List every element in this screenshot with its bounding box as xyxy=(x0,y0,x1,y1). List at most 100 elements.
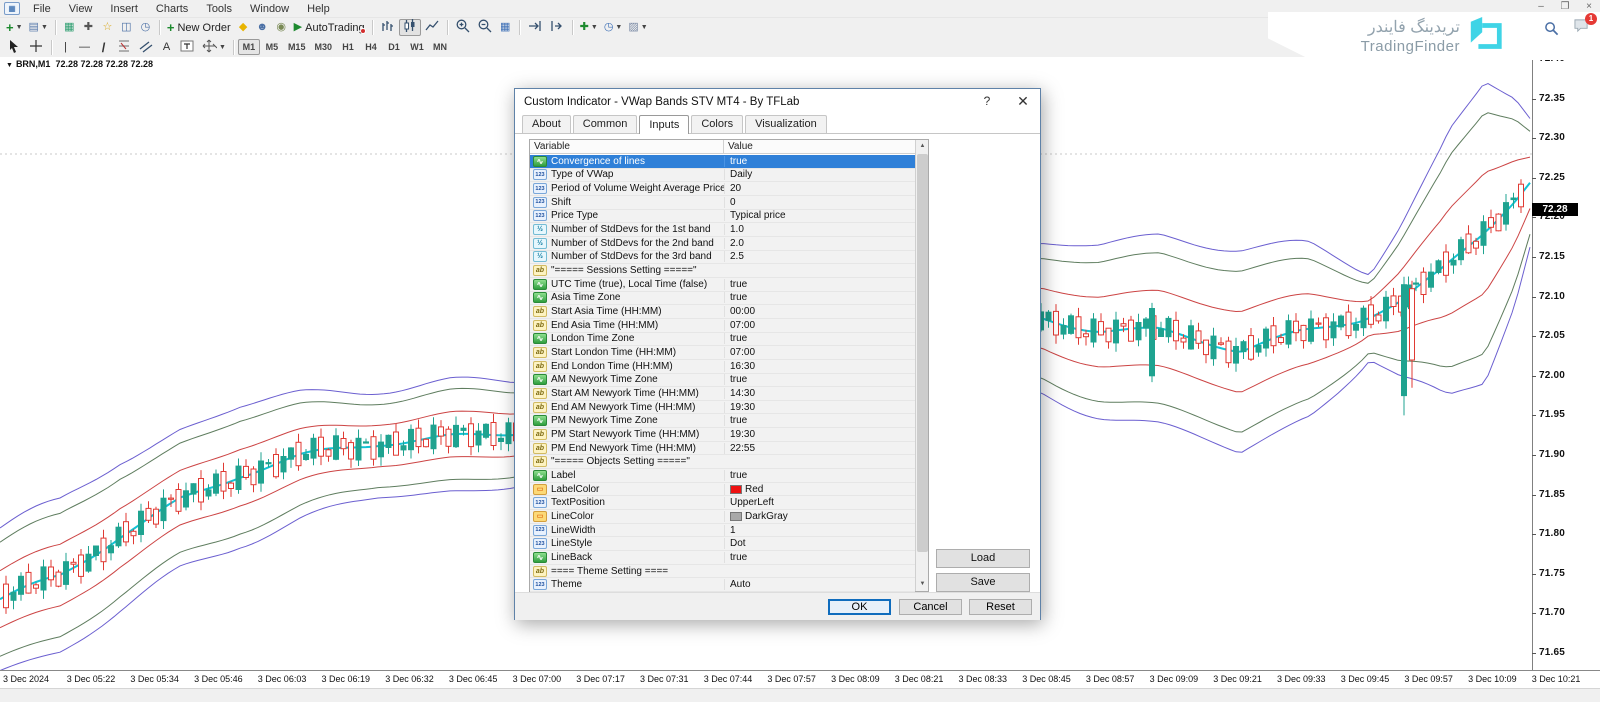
vertical-line-button[interactable]: | xyxy=(56,39,75,56)
search-icon[interactable] xyxy=(1544,21,1559,36)
auto-scroll-button[interactable] xyxy=(524,19,546,36)
load-button[interactable]: Load xyxy=(936,549,1030,568)
table-row[interactable]: 123LineWidth1 xyxy=(530,524,915,538)
zoom-out-button[interactable] xyxy=(474,19,496,36)
experts-button[interactable]: ☻ xyxy=(253,19,272,36)
menu-insert[interactable]: Insert xyxy=(101,2,147,16)
table-row[interactable]: abEnd Asia Time (HH:MM)07:00 xyxy=(530,319,915,333)
table-row[interactable]: 123Shift0 xyxy=(530,196,915,210)
zoom-in-button[interactable] xyxy=(452,19,474,36)
variable-value[interactable]: 07:00 xyxy=(724,320,915,331)
table-row[interactable]: ∿Labeltrue xyxy=(530,469,915,483)
arrows-button[interactable]: ▼ xyxy=(198,39,229,56)
table-row[interactable]: 123ThemeAuto xyxy=(530,578,915,592)
table-row[interactable]: abStart Asia Time (HH:MM)00:00 xyxy=(530,305,915,319)
variable-value[interactable]: 0 xyxy=(724,197,915,208)
price-axis[interactable]: 72.4072.3572.3072.2572.2072.1572.1072.05… xyxy=(1532,56,1600,671)
table-row[interactable]: ∿Asia Time Zonetrue xyxy=(530,292,915,306)
table-row[interactable]: ∿AM Newyork Time Zonetrue xyxy=(530,374,915,388)
table-row[interactable]: 123LineStyleDot xyxy=(530,537,915,551)
timeframe-m15[interactable]: M15 xyxy=(284,39,310,55)
variable-value[interactable]: 1 xyxy=(724,525,915,536)
tab-common[interactable]: Common xyxy=(573,115,638,133)
table-row[interactable]: ab"===== Sessions Setting =====" xyxy=(530,264,915,278)
variable-value[interactable]: 19:30 xyxy=(724,402,915,413)
restore-button[interactable]: ❐ xyxy=(1558,1,1572,12)
table-row[interactable]: ∿PM Newyork Time Zonetrue xyxy=(530,414,915,428)
table-row[interactable]: ▭LineColorDarkGray xyxy=(530,510,915,524)
table-row[interactable]: abStart London Time (HH:MM)07:00 xyxy=(530,346,915,360)
tab-about[interactable]: About xyxy=(522,115,571,133)
table-row[interactable]: abEnd AM Newyork Time (HH:MM)19:30 xyxy=(530,401,915,415)
terminal-button[interactable]: ◫ xyxy=(117,19,136,36)
table-row[interactable]: 123Type of VWapDaily xyxy=(530,169,915,183)
variable-value[interactable]: Daily xyxy=(724,169,915,180)
table-row[interactable]: ab"===== Objects Setting =====" xyxy=(530,455,915,469)
menu-charts[interactable]: Charts xyxy=(147,2,197,16)
close-button[interactable]: × xyxy=(1582,1,1596,12)
minimize-button[interactable]: – xyxy=(1534,1,1548,12)
table-row[interactable]: 123Price TypeTypical price xyxy=(530,210,915,224)
menu-file[interactable]: File xyxy=(24,2,60,16)
table-row[interactable]: ▭LabelColorRed xyxy=(530,483,915,497)
timeframe-m30[interactable]: M30 xyxy=(310,39,336,55)
menu-help[interactable]: Help xyxy=(298,2,339,16)
variable-value[interactable]: true xyxy=(724,374,915,385)
variable-value[interactable]: Red xyxy=(724,484,915,495)
table-row[interactable]: 123Period of Volume Weight Average Price… xyxy=(530,182,915,196)
ok-button[interactable]: OK xyxy=(828,599,891,615)
crosshair-button[interactable] xyxy=(25,39,47,56)
table-row[interactable]: ½Number of StdDevs for the 2nd band2.0 xyxy=(530,237,915,251)
text-button[interactable]: A xyxy=(157,39,176,56)
table-row[interactable]: abStart AM Newyork Time (HH:MM)14:30 xyxy=(530,387,915,401)
help-button[interactable]: ? xyxy=(972,89,1002,113)
table-row[interactable]: ab==== Theme Setting ==== xyxy=(530,565,915,579)
tab-visualization[interactable]: Visualization xyxy=(745,115,827,133)
menu-view[interactable]: View xyxy=(60,2,102,16)
new-order-button[interactable]: +New Order xyxy=(164,19,234,36)
market-watch-button[interactable]: ▦ xyxy=(60,19,79,36)
variable-value[interactable]: true xyxy=(724,279,915,290)
bar-chart-button[interactable] xyxy=(377,19,399,36)
variable-value[interactable]: 2.5 xyxy=(724,251,915,262)
variable-value[interactable]: true xyxy=(724,552,915,563)
tile-windows-button[interactable]: ▦ xyxy=(496,19,515,36)
menu-window[interactable]: Window xyxy=(241,2,298,16)
variable-value[interactable]: 2.0 xyxy=(724,238,915,249)
reset-button[interactable]: Reset xyxy=(969,599,1032,615)
table-row[interactable]: ∿Convergence of linestrue xyxy=(530,155,915,169)
table-row[interactable]: ∿London Time Zonetrue xyxy=(530,333,915,347)
timeframe-m1[interactable]: M1 xyxy=(238,39,260,55)
variable-value[interactable]: 14:30 xyxy=(724,388,915,399)
metaeditor-button[interactable]: ◆ xyxy=(234,19,253,36)
variable-value[interactable]: Typical price xyxy=(724,210,915,221)
text-label-button[interactable] xyxy=(176,39,198,56)
timeframe-mn[interactable]: MN xyxy=(429,39,451,55)
chat-icon[interactable]: 1 xyxy=(1573,18,1590,38)
symbol-info[interactable]: ▼BRN,M1 72.28 72.28 72.28 72.28 xyxy=(6,59,153,69)
tab-colors[interactable]: Colors xyxy=(691,115,743,133)
variable-value[interactable]: 20 xyxy=(724,183,915,194)
table-row[interactable]: ∿UTC Time (true), Local Time (false)true xyxy=(530,278,915,292)
new-chart-button[interactable]: +▼ xyxy=(3,19,26,36)
table-row[interactable]: abPM End Newyork Time (HH:MM)22:55 xyxy=(530,442,915,456)
variable-value[interactable]: 1.0 xyxy=(724,224,915,235)
variable-value[interactable]: 16:30 xyxy=(724,361,915,372)
chart-shift-button[interactable] xyxy=(546,19,568,36)
table-row[interactable]: ½Number of StdDevs for the 1st band1.0 xyxy=(530,223,915,237)
timeframe-m5[interactable]: M5 xyxy=(261,39,283,55)
timeframe-d1[interactable]: D1 xyxy=(383,39,405,55)
variable-value[interactable]: DarkGray xyxy=(724,511,915,522)
scrollbar-thumb[interactable] xyxy=(917,154,928,552)
fibonacci-button[interactable] xyxy=(113,39,135,56)
table-scrollbar[interactable]: ▲ ▼ xyxy=(915,140,928,591)
menu-tools[interactable]: Tools xyxy=(197,2,241,16)
data-window-button[interactable]: ✚ xyxy=(79,19,98,36)
variable-value[interactable]: 07:00 xyxy=(724,347,915,358)
indicators-button[interactable]: ✚▼ xyxy=(577,19,601,36)
profiles-button[interactable]: ▤▼ xyxy=(26,19,51,36)
variable-value[interactable]: Dot xyxy=(724,538,915,549)
timeframe-w1[interactable]: W1 xyxy=(406,39,428,55)
trendline-button[interactable]: / xyxy=(94,39,113,56)
tab-inputs[interactable]: Inputs xyxy=(639,115,689,134)
